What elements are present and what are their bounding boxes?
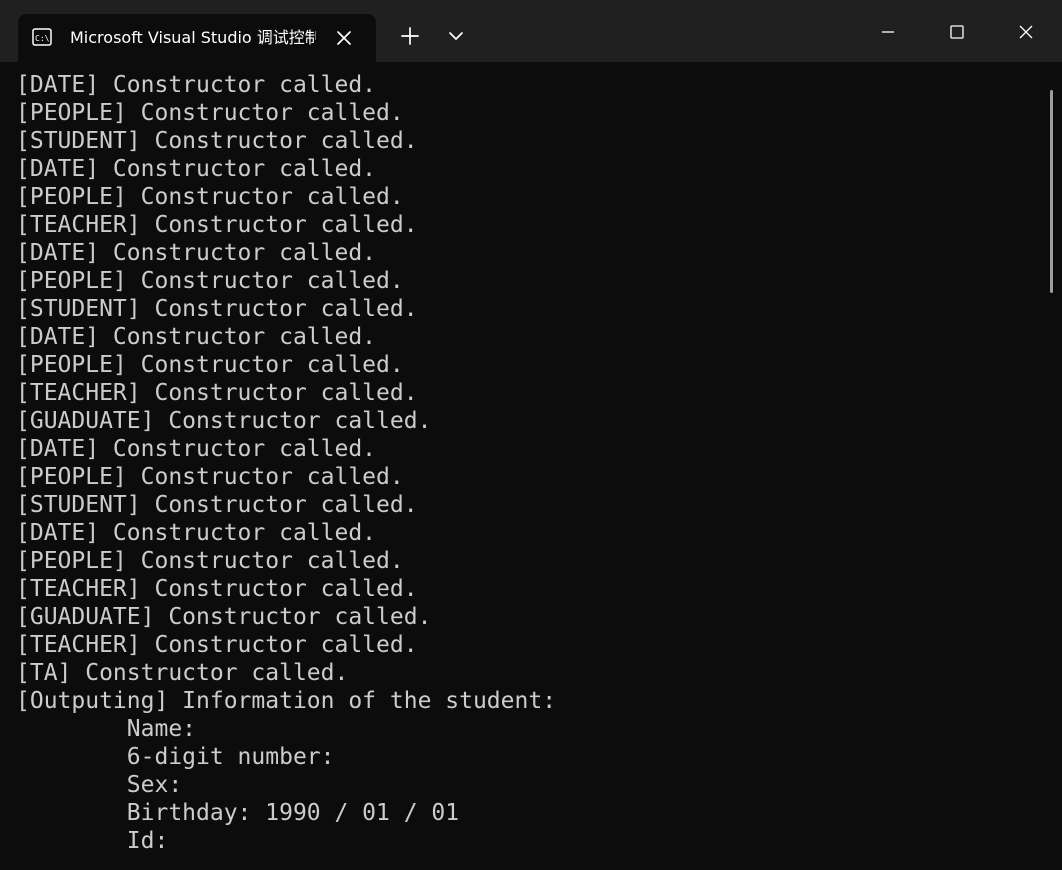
console-line: [GUADUATE] Constructor called. (16, 408, 432, 434)
console-icon: C:\ (32, 28, 52, 46)
chevron-down-icon[interactable] (442, 22, 470, 50)
close-window-icon[interactable] (1006, 12, 1046, 52)
console-line: [TEACHER] Constructor called. (16, 576, 418, 602)
console-line: [STUDENT] Constructor called. (16, 296, 418, 322)
maximize-icon[interactable] (937, 12, 977, 52)
console-line: [PEOPLE] Constructor called. (16, 464, 404, 490)
svg-text:C:\: C:\ (35, 34, 50, 43)
console-line: [PEOPLE] Constructor called. (16, 268, 404, 294)
close-tab-icon[interactable] (332, 26, 356, 50)
console-line: [Outputing] Information of the student: (16, 688, 557, 714)
console-line: [STUDENT] Constructor called. (16, 128, 418, 154)
console-output[interactable]: [DATE] Constructor called. [PEOPLE] Cons… (16, 71, 1036, 870)
console-line: [GUADUATE] Constructor called. (16, 604, 432, 630)
console-line: [PEOPLE] Constructor called. (16, 548, 404, 574)
vertical-scrollbar[interactable] (1050, 90, 1053, 293)
terminal-window: C:\ Microsoft Visual Studio 调试控制台 [DATE]… (0, 0, 1062, 870)
tab-title: Microsoft Visual Studio 调试控制台 (70, 28, 316, 47)
console-line: Sex: (16, 772, 183, 798)
console-line: [DATE] Constructor called. (16, 324, 377, 350)
title-bar[interactable]: C:\ Microsoft Visual Studio 调试控制台 (0, 0, 1062, 62)
console-line: [DATE] Constructor called. (16, 436, 377, 462)
console-line: 6-digit number: (16, 744, 335, 770)
console-line: [TEACHER] Constructor called. (16, 632, 418, 658)
console-line: [STUDENT] Constructor called. (16, 492, 418, 518)
console-line: [DATE] Constructor called. (16, 156, 377, 182)
active-tab[interactable]: C:\ Microsoft Visual Studio 调试控制台 (18, 14, 376, 62)
console-line: [DATE] Constructor called. (16, 240, 377, 266)
console-line: Id: (16, 828, 169, 854)
console-line: [TA] Constructor called. (16, 660, 349, 686)
minimize-icon[interactable] (868, 12, 908, 52)
console-line: Birthday: 1990 / 01 / 01 (16, 800, 460, 826)
console-line: [PEOPLE] Constructor called. (16, 100, 404, 126)
console-line: [TEACHER] Constructor called. (16, 380, 418, 406)
console-line: [TEACHER] Constructor called. (16, 212, 418, 238)
console-line: [PEOPLE] Constructor called. (16, 352, 404, 378)
plus-icon[interactable] (396, 22, 424, 50)
console-line: [DATE] Constructor called. (16, 72, 377, 98)
console-line: Name: (16, 716, 197, 742)
console-line: [DATE] Constructor called. (16, 520, 377, 546)
console-line: [PEOPLE] Constructor called. (16, 184, 404, 210)
